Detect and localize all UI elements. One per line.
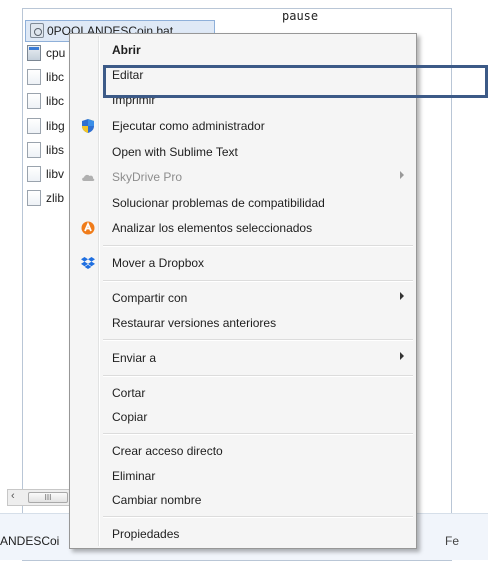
menu-item-label: Abrir xyxy=(112,43,141,57)
menu-item-cambiar-nombre[interactable]: Cambiar nombre xyxy=(72,489,414,511)
document-icon xyxy=(27,166,41,182)
menu-item-copiar[interactable]: Copiar xyxy=(72,406,414,428)
menu-item-analizar[interactable]: Analizar los elementos seleccionados xyxy=(72,217,414,239)
menu-item-label: Crear acceso directo xyxy=(112,444,223,458)
menu-item-restaurar-versiones[interactable]: Restaurar versiones anteriores xyxy=(72,312,414,334)
menu-item-propiedades[interactable]: Propiedades xyxy=(72,523,414,545)
file-name: libc xyxy=(46,94,65,108)
menu-item-label: Enviar a xyxy=(112,351,157,365)
menu-separator xyxy=(103,375,413,377)
scroll-thumb[interactable]: III xyxy=(28,492,68,503)
menu-item-ejecutar-como-administrador[interactable]: Ejecutar como administrador xyxy=(72,115,414,137)
file-name: zlib xyxy=(46,191,65,205)
menu-item-label: Analizar los elementos seleccionados xyxy=(112,221,313,235)
menu-item-label: Mover a Dropbox xyxy=(112,256,205,270)
file-row-zlib[interactable]: zlib xyxy=(27,189,64,207)
menu-item-label: Restaurar versiones anteriores xyxy=(112,316,277,330)
document-icon xyxy=(27,142,41,158)
file-row-libg[interactable]: libg xyxy=(27,117,65,135)
menu-item-label: Open with Sublime Text xyxy=(112,145,238,159)
skydrive-cloud-icon xyxy=(82,174,95,181)
menu-separator xyxy=(103,516,413,518)
menu-item-crear-acceso-directo[interactable]: Crear acceso directo xyxy=(72,440,414,462)
uac-shield-icon xyxy=(82,119,94,133)
annotation-highlight-box xyxy=(103,65,488,98)
menu-item-enviar-a[interactable]: Enviar a xyxy=(72,347,414,369)
menu-separator xyxy=(103,339,413,341)
menu-item-skydrive-pro[interactable]: SkyDrive Pro xyxy=(72,166,414,188)
menu-item-label: Cortar xyxy=(112,386,146,400)
menu-item-label: Propiedades xyxy=(112,527,180,541)
menu-item-label: Copiar xyxy=(112,410,148,424)
menu-item-label: Solucionar problemas de compatibilidad xyxy=(112,196,325,210)
file-row-libc-2[interactable]: libc xyxy=(27,92,64,110)
app-icon xyxy=(27,45,41,61)
document-icon xyxy=(27,93,41,109)
details-file-name: ANDESCoi xyxy=(0,534,60,548)
menu-separator xyxy=(103,433,413,435)
file-row-libv[interactable]: libv xyxy=(27,165,64,183)
avast-icon xyxy=(81,221,95,235)
file-name: cpu xyxy=(46,46,66,60)
batch-file-icon xyxy=(30,23,44,38)
file-row-cpu[interactable]: cpu xyxy=(27,44,65,62)
menu-item-label: Compartir con xyxy=(112,291,188,305)
menu-separator xyxy=(103,280,413,282)
file-name: libc xyxy=(46,70,65,84)
menu-item-label: SkyDrive Pro xyxy=(112,170,183,184)
document-icon xyxy=(27,69,41,85)
menu-item-label: Ejecutar como administrador xyxy=(112,119,265,133)
submenu-arrow-icon xyxy=(400,352,404,360)
menu-item-compartir-con[interactable]: Compartir con xyxy=(72,287,414,309)
scroll-left-arrow-icon[interactable]: ‹ xyxy=(11,490,15,502)
editor-code-text: pause xyxy=(282,9,319,23)
document-icon xyxy=(27,118,41,134)
menu-item-cortar[interactable]: Cortar xyxy=(72,382,414,404)
menu-item-abrir[interactable]: Abrir xyxy=(72,39,414,61)
file-row-libs[interactable]: libs xyxy=(27,141,64,159)
menu-item-mover-a-dropbox[interactable]: Mover a Dropbox xyxy=(72,252,414,274)
submenu-arrow-icon xyxy=(400,292,404,300)
menu-item-solucionar-problemas[interactable]: Solucionar problemas de compatibilidad xyxy=(72,192,414,214)
file-name: libg xyxy=(46,119,65,133)
details-date-label: Fe xyxy=(445,534,460,548)
menu-item-label: Eliminar xyxy=(112,469,156,483)
submenu-arrow-icon xyxy=(400,171,404,179)
menu-separator xyxy=(103,245,413,247)
document-icon xyxy=(27,190,41,206)
dropbox-icon xyxy=(81,257,95,269)
context-menu: Abrir Editar Imprimir Ejecutar como admi… xyxy=(69,33,417,549)
menu-item-label: Cambiar nombre xyxy=(112,493,202,507)
file-name: libv xyxy=(46,167,65,181)
file-name: libs xyxy=(46,143,65,157)
menu-item-eliminar[interactable]: Eliminar xyxy=(72,465,414,487)
file-row-libc-1[interactable]: libc xyxy=(27,68,64,86)
menu-item-open-with-sublime[interactable]: Open with Sublime Text xyxy=(72,141,414,163)
